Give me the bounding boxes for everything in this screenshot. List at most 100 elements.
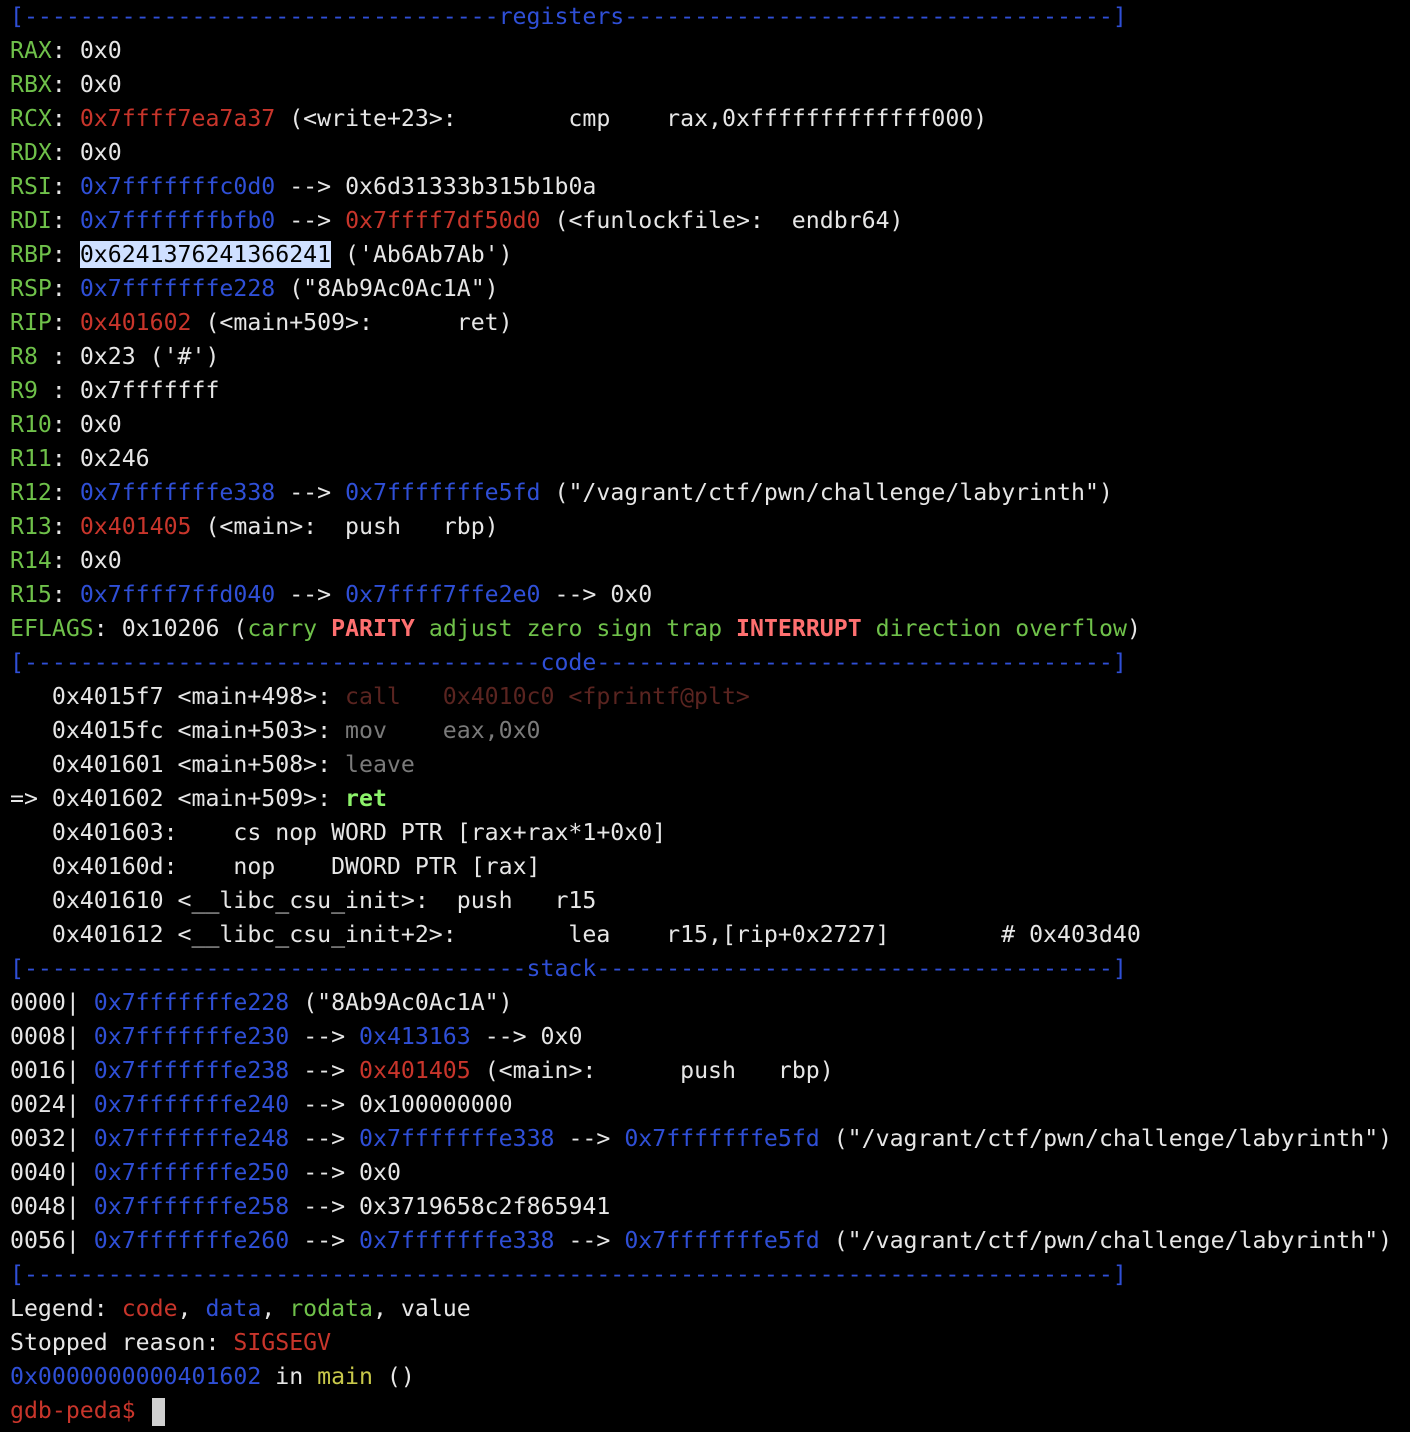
reg-value: 0x0 (79, 411, 122, 438)
stack-offset: 0008| (10, 1023, 80, 1050)
stack-deref: 0x7fffffffe5fd (624, 1125, 820, 1152)
reg-value: 0x246 (79, 445, 150, 472)
reg-value: 0x401602 (79, 309, 192, 336)
arrow: --> (275, 173, 346, 200)
legend-label: Legend: (10, 1295, 122, 1322)
terminal: [----------------------------------regis… (0, 0, 1410, 1428)
stack-value: 0x100000000 (359, 1091, 513, 1118)
code-address: 0x4015f7 <main+498>: (51, 683, 332, 710)
arrow: --> (275, 581, 346, 608)
reg-rip: RIP: 0x401602 (<main+509>: ret) (10, 309, 513, 336)
flag-carry: carry (247, 615, 318, 642)
stack-offset: 0040| (10, 1159, 80, 1186)
reg-name: R12 (10, 479, 52, 506)
location-address: 0x0000000000401602 (10, 1363, 262, 1390)
reg-r9: R9 : 0x7fffffff (10, 377, 220, 404)
legend-rodata: rodata (289, 1295, 373, 1322)
stack-offset: 0000| (10, 989, 80, 1016)
reg-r14: R14: 0x0 (10, 547, 122, 574)
reg-name: R9 (10, 377, 52, 404)
reg-r10: R10: 0x0 (10, 411, 122, 438)
stack-row: 0056| 0x7fffffffe260 --> 0x7fffffffe338 … (10, 1227, 1393, 1254)
reg-rsp: RSP: 0x7fffffffe228 ("8Ab9Ac0Ac1A") (10, 275, 499, 302)
reg-rsi: RSI: 0x7fffffffc0d0 --> 0x6d31333b315b1b… (10, 173, 597, 200)
code-line: 0x401612 <__libc_csu_init+2>: lea r15,[r… (10, 918, 1410, 952)
reg-name: RAX (10, 37, 52, 64)
reg-value: 0x7fffffffe338 (79, 479, 276, 506)
code-instruction: ret (331, 785, 387, 812)
code-line: 0x401610 <__libc_csu_init>: push r15 (10, 884, 1410, 918)
reg-value-selected[interactable]: 0x6241376241366241 (79, 241, 332, 268)
stack-deref: 0x7fffffffe338 (359, 1125, 555, 1152)
code-instruction: call 0x4010c0 <fprintf@plt> (331, 683, 750, 710)
reg-info: (<write+23>: cmp rax,0xfffffffffffff000) (275, 105, 988, 132)
reg-value: 0x7ffff7ffd040 (79, 581, 276, 608)
stopped-value: SIGSEGV (233, 1329, 332, 1356)
reg-name: RCX (10, 105, 52, 132)
code-address: 0x401602 <main+509>: (51, 785, 332, 812)
arrow: --> (275, 479, 346, 506)
reg-name: R15 (10, 581, 52, 608)
reg-deref: 0x7ffff7df50d0 (345, 207, 541, 234)
code-instruction: mov eax,0x0 (331, 717, 541, 744)
code-line: 0x4015fc <main+503>: mov eax,0x0 (10, 714, 1410, 748)
code-instruction: nop DWORD PTR [rax] (177, 853, 541, 880)
gdb-prompt: gdb-peda$ (10, 1397, 150, 1424)
code-instruction: lea r15,[rip+0x2727] # 0x403d40 (456, 921, 1141, 948)
arrow: --> (540, 581, 611, 608)
stack-deref: 0x7fffffffe5fd (624, 1227, 820, 1254)
flag-sign: sign (596, 615, 653, 642)
stack-address: 0x7fffffffe258 (93, 1193, 290, 1220)
reg-name: RIP (10, 309, 52, 336)
reg-value: 0x7fffffffc0d0 (79, 173, 276, 200)
stack-row: 0016| 0x7fffffffe238 --> 0x401405 (<main… (10, 1057, 834, 1084)
stack-value: 0x0 (359, 1159, 401, 1186)
reg-deref: 0x7fffffffe5fd (345, 479, 541, 506)
reg-info: (<main+509>: ret) (191, 309, 513, 336)
section-header-registers: [----------------------------------regis… (10, 3, 1127, 30)
reg-deref: 0x7ffff7ffe2e0 (345, 581, 541, 608)
stack-row: 0024| 0x7fffffffe240 --> 0x100000000 (10, 1091, 513, 1118)
reg-rcx: RCX: 0x7ffff7ea7a37 (<write+23>: cmp rax… (10, 105, 988, 132)
stack-offset: 0048| (10, 1193, 80, 1220)
legend-value: value (400, 1295, 471, 1322)
reg-value: 0x10206 (121, 615, 220, 642)
stack-offset: 0024| (10, 1091, 80, 1118)
location-function: main (317, 1363, 373, 1390)
flag-interrupt: INTERRUPT (736, 615, 862, 642)
reg-name: RSI (10, 173, 52, 200)
reg-info: (<funlockfile>: endbr64) (540, 207, 904, 234)
code-line: 0x401601 <main+508>: leave (10, 748, 1410, 782)
stack-address: 0x7fffffffe260 (93, 1227, 290, 1254)
code-instruction: push r15 (428, 887, 597, 914)
reg-eflags: EFLAGS: 0x10206 (carry PARITY adjust zer… (10, 615, 1141, 642)
text-cursor[interactable] (151, 1397, 165, 1426)
section-header-code: [-------------------------------------co… (10, 649, 1127, 676)
stack-row: 0032| 0x7fffffffe248 --> 0x7fffffffe338 … (10, 1125, 1393, 1152)
stack-address: 0x7fffffffe250 (93, 1159, 290, 1186)
prompt-line[interactable]: gdb-peda$ (10, 1394, 1410, 1428)
reg-value: 0x7fffffffe228 (79, 275, 276, 302)
flag-adjust: adjust (428, 615, 513, 642)
stack-row: 0000| 0x7fffffffe228 ("8Ab9Ac0Ac1A") (10, 986, 1410, 1020)
flag-zero: zero (526, 615, 583, 642)
code-address: 0x4015fc <main+503>: (51, 717, 332, 744)
stack-info: (<main>: push rbp) (470, 1057, 834, 1084)
stack-info: ("8Ab9Ac0Ac1A") (289, 989, 513, 1016)
reg-value: 0x0 (79, 37, 122, 64)
section-header-stack: [------------------------------------sta… (10, 955, 1127, 982)
code-address: 0x40160d: (51, 853, 178, 880)
stopped-reason-line: Stopped reason: SIGSEGV (10, 1326, 1410, 1360)
legend-code: code (121, 1295, 178, 1322)
stack-info: ("/vagrant/ctf/pwn/challenge/labyrinth") (819, 1125, 1393, 1152)
reg-rax: RAX: 0x0 (10, 37, 122, 64)
stack-row: 0008| 0x7fffffffe230 --> 0x413163 --> 0x… (10, 1023, 583, 1050)
reg-value: 0x7ffff7ea7a37 (79, 105, 276, 132)
code-address: 0x401610 <__libc_csu_init>: (51, 887, 429, 914)
stack-value: 0x3719658c2f865941 (359, 1193, 611, 1220)
stack-deref: 0x413163 (359, 1023, 471, 1050)
stopped-label: Stopped reason: (10, 1329, 234, 1356)
reg-value: 0x0 (79, 547, 122, 574)
reg-value: 0x23 ('#') (79, 343, 220, 370)
code-line-current: => 0x401602 <main+509>: ret (10, 782, 1410, 816)
